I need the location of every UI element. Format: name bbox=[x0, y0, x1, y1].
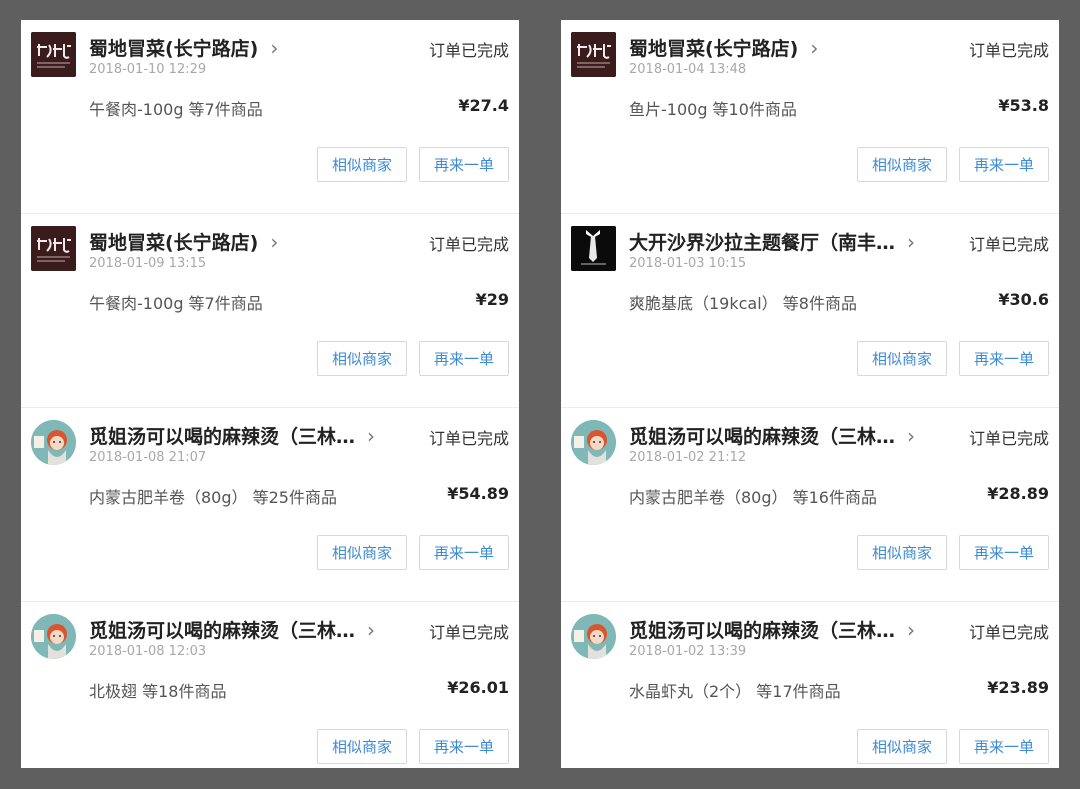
chevron-right-icon: › bbox=[367, 617, 376, 642]
order-price: ¥29 bbox=[475, 290, 509, 309]
order-card[interactable]: 觅姐汤可以喝的麻辣烫（三林… › 订单已完成 2018-01-08 12:03 … bbox=[21, 602, 519, 768]
shop-name: 觅姐汤可以喝的麻辣烫（三林… bbox=[629, 620, 896, 642]
order-price: ¥53.8 bbox=[998, 96, 1049, 115]
order-list-left: 蜀地冒菜(长宁路店) › 订单已完成 2018-01-10 12:29 午餐肉-… bbox=[21, 20, 519, 768]
similar-shops-button[interactable]: 相似商家 bbox=[857, 147, 947, 182]
reorder-button[interactable]: 再来一单 bbox=[959, 341, 1049, 376]
shop-name-link[interactable]: 觅姐汤可以喝的麻辣烫（三林… › bbox=[629, 422, 915, 449]
chevron-right-icon: › bbox=[907, 229, 916, 254]
reorder-button[interactable]: 再来一单 bbox=[959, 729, 1049, 764]
order-status: 订单已完成 bbox=[428, 41, 509, 60]
order-time: 2018-01-10 12:29 bbox=[89, 62, 207, 77]
similar-shops-button[interactable]: 相似商家 bbox=[317, 535, 407, 570]
reorder-button[interactable]: 再来一单 bbox=[419, 535, 509, 570]
reorder-button[interactable]: 再来一单 bbox=[959, 147, 1049, 182]
chevron-right-icon: › bbox=[810, 35, 819, 60]
similar-shops-button[interactable]: 相似商家 bbox=[317, 729, 407, 764]
mijie-logo[interactable] bbox=[31, 420, 76, 465]
order-status: 订单已完成 bbox=[968, 235, 1049, 254]
order-price: ¥26.01 bbox=[447, 678, 509, 697]
shop-name-link[interactable]: 蜀地冒菜(长宁路店) › bbox=[629, 34, 818, 61]
shop-name: 觅姐汤可以喝的麻辣烫（三林… bbox=[89, 620, 356, 642]
order-price: ¥30.6 bbox=[998, 290, 1049, 309]
order-card[interactable]: 蜀地冒菜(长宁路店) › 订单已完成 2018-01-10 12:29 午餐肉-… bbox=[21, 20, 519, 214]
order-card[interactable]: 觅姐汤可以喝的麻辣烫（三林… › 订单已完成 2018-01-08 21:07 … bbox=[21, 408, 519, 602]
order-status: 订单已完成 bbox=[968, 41, 1049, 60]
reorder-button[interactable]: 再来一单 bbox=[959, 535, 1049, 570]
order-time: 2018-01-04 13:48 bbox=[629, 62, 747, 77]
order-time: 2018-01-03 10:15 bbox=[629, 256, 747, 271]
chevron-right-icon: › bbox=[367, 423, 376, 448]
chevron-right-icon: › bbox=[907, 423, 916, 448]
chevron-right-icon: › bbox=[270, 35, 279, 60]
order-time: 2018-01-09 13:15 bbox=[89, 256, 207, 271]
shop-name: 蜀地冒菜(长宁路店) bbox=[89, 38, 259, 60]
order-price: ¥27.4 bbox=[458, 96, 509, 115]
reorder-button[interactable]: 再来一单 bbox=[419, 341, 509, 376]
mijie-logo[interactable] bbox=[31, 614, 76, 659]
order-card[interactable]: 蜀地冒菜(长宁路店) › 订单已完成 2018-01-04 13:48 鱼片-1… bbox=[561, 20, 1059, 214]
reorder-button[interactable]: 再来一单 bbox=[419, 729, 509, 764]
chevron-right-icon: › bbox=[907, 617, 916, 642]
order-status: 订单已完成 bbox=[428, 429, 509, 448]
order-status: 订单已完成 bbox=[428, 235, 509, 254]
order-list-right: 蜀地冒菜(长宁路店) › 订单已完成 2018-01-04 13:48 鱼片-1… bbox=[561, 20, 1059, 768]
reorder-button[interactable]: 再来一单 bbox=[419, 147, 509, 182]
order-price: ¥23.89 bbox=[987, 678, 1049, 697]
order-time: 2018-01-08 21:07 bbox=[89, 450, 207, 465]
mijie-logo[interactable] bbox=[571, 614, 616, 659]
shudi-logo[interactable] bbox=[31, 226, 76, 271]
similar-shops-button[interactable]: 相似商家 bbox=[317, 341, 407, 376]
shop-name-link[interactable]: 大开沙界沙拉主题餐厅（南丰… › bbox=[629, 228, 915, 255]
order-items: 午餐肉-100g 等7件商品 bbox=[89, 100, 263, 119]
shop-name: 蜀地冒菜(长宁路店) bbox=[89, 232, 259, 254]
shudi-logo[interactable] bbox=[571, 32, 616, 77]
order-card[interactable]: 觅姐汤可以喝的麻辣烫（三林… › 订单已完成 2018-01-02 13:39 … bbox=[561, 602, 1059, 768]
similar-shops-button[interactable]: 相似商家 bbox=[857, 341, 947, 376]
order-items: 内蒙古肥羊卷（80g） 等25件商品 bbox=[89, 488, 337, 507]
shop-name: 大开沙界沙拉主题餐厅（南丰… bbox=[629, 232, 896, 254]
mijie-logo[interactable] bbox=[571, 420, 616, 465]
shop-name: 蜀地冒菜(长宁路店) bbox=[629, 38, 799, 60]
order-items: 北极翅 等18件商品 bbox=[89, 682, 227, 701]
similar-shops-button[interactable]: 相似商家 bbox=[857, 535, 947, 570]
order-items: 水晶虾丸（2个） 等17件商品 bbox=[629, 682, 841, 701]
order-card[interactable]: 觅姐汤可以喝的麻辣烫（三林… › 订单已完成 2018-01-02 21:12 … bbox=[561, 408, 1059, 602]
shop-name: 觅姐汤可以喝的麻辣烫（三林… bbox=[89, 426, 356, 448]
shop-name-link[interactable]: 觅姐汤可以喝的麻辣烫（三林… › bbox=[89, 616, 375, 643]
shudi-logo[interactable] bbox=[31, 32, 76, 77]
order-card[interactable]: 蜀地冒菜(长宁路店) › 订单已完成 2018-01-09 13:15 午餐肉-… bbox=[21, 214, 519, 408]
order-items: 内蒙古肥羊卷（80g） 等16件商品 bbox=[629, 488, 877, 507]
shop-name-link[interactable]: 蜀地冒菜(长宁路店) › bbox=[89, 228, 278, 255]
order-status: 订单已完成 bbox=[428, 623, 509, 642]
order-items: 午餐肉-100g 等7件商品 bbox=[89, 294, 263, 313]
similar-shops-button[interactable]: 相似商家 bbox=[317, 147, 407, 182]
order-time: 2018-01-02 21:12 bbox=[629, 450, 747, 465]
order-price: ¥54.89 bbox=[447, 484, 509, 503]
order-status: 订单已完成 bbox=[968, 429, 1049, 448]
similar-shops-button[interactable]: 相似商家 bbox=[857, 729, 947, 764]
order-card[interactable]: 大开沙界沙拉主题餐厅（南丰… › 订单已完成 2018-01-03 10:15 … bbox=[561, 214, 1059, 408]
order-status: 订单已完成 bbox=[968, 623, 1049, 642]
order-price: ¥28.89 bbox=[987, 484, 1049, 503]
shop-name-link[interactable]: 蜀地冒菜(长宁路店) › bbox=[89, 34, 278, 61]
order-time: 2018-01-02 13:39 bbox=[629, 644, 747, 659]
dakaisha-logo[interactable] bbox=[571, 226, 616, 271]
chevron-right-icon: › bbox=[270, 229, 279, 254]
shop-name-link[interactable]: 觅姐汤可以喝的麻辣烫（三林… › bbox=[629, 616, 915, 643]
shop-name: 觅姐汤可以喝的麻辣烫（三林… bbox=[629, 426, 896, 448]
shop-name-link[interactable]: 觅姐汤可以喝的麻辣烫（三林… › bbox=[89, 422, 375, 449]
order-time: 2018-01-08 12:03 bbox=[89, 644, 207, 659]
order-items: 爽脆基底（19kcal） 等8件商品 bbox=[629, 294, 857, 313]
order-items: 鱼片-100g 等10件商品 bbox=[629, 100, 797, 119]
